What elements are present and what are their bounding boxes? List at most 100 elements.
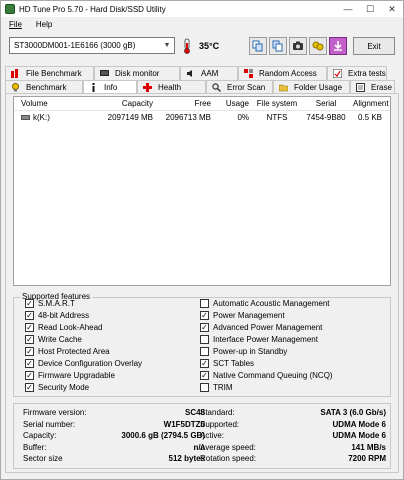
volume-list-header: Volume Capacity Free Usage File system S… [14,97,390,111]
tab-label: Disk monitor [115,69,160,78]
exit-button[interactable]: Exit [353,37,395,55]
erase-icon [355,83,365,93]
copy-info-button[interactable] [249,37,267,55]
tab-label: Info [104,83,118,92]
feature-checkbox: ✓ [25,310,34,320]
feature-checkbox: ✓ [25,334,34,344]
thermometer-icon [184,38,190,54]
feature-power-management: ✓ Power Management [200,310,285,321]
feature-interface-power-management: Interface Power Management [200,334,318,345]
info-label: Serial number: [23,419,76,429]
menu-bar: File Help [1,18,58,30]
tab-random-access[interactable]: Random Access [238,66,327,80]
drive-select[interactable]: ST3000DM001-1E6166 (3000 gB) ▼ [9,37,175,54]
chevron-down-icon: ▼ [163,42,171,49]
tab-extra-tests[interactable]: Extra tests [327,66,387,80]
col-free[interactable]: Free [156,99,214,108]
tab-file-benchmark[interactable]: File Benchmark [5,66,94,80]
tab-row-top: File Benchmark Disk monitor AAM Random A… [5,66,387,80]
table-row[interactable]: k(K:) 2097149 MB 2096713 MB 0% NTFS 7454… [14,111,390,123]
feature-label: Security Mode [38,383,90,392]
tab-label: Extra tests [348,69,386,78]
info-average-speed: Average speed: 141 MB/s [200,442,386,453]
feature-s-m-a-r-t: ✓ S.M.A.R.T [25,298,75,309]
toolbar: ST3000DM001-1E6166 (3000 gB) ▼ 35°C Exit [1,33,403,61]
col-serial[interactable]: Serial [302,99,350,108]
col-usage[interactable]: Usage [214,99,252,108]
info-firmware-version: Firmware version: SC48 [23,407,205,418]
feature-checkbox: ✓ [25,370,34,380]
feature-label: Write Cache [38,335,82,344]
col-volume[interactable]: Volume [14,99,84,108]
feature-label: Advanced Power Management [213,323,323,332]
info-buffer: Buffer: n/a [23,442,205,453]
tab-disk-monitor[interactable]: Disk monitor [94,66,180,80]
feature-checkbox: ✓ [200,310,209,320]
feature-firmware-upgradable: ✓ Firmware Upgradable [25,370,115,381]
feature-checkbox [200,335,209,344]
volume-list[interactable]: Volume Capacity Free Usage File system S… [13,96,391,286]
info-value: UDMA Mode 6 [332,419,386,429]
file-benchmark-icon [10,69,20,79]
feature-checkbox: ✓ [25,382,34,392]
info-label: Firmware version: [23,408,87,417]
random-access-icon [243,69,253,79]
col-file-system[interactable]: File system [252,99,302,108]
tab-error-scan[interactable]: Error Scan [206,80,273,94]
cell-alignment: 0.5 KB [357,112,382,122]
screenshot-button[interactable] [289,37,307,55]
copy-all-icon [272,40,283,52]
tab-erase[interactable]: Erase [350,80,395,94]
feature-power-up-in-standby: Power-up in Standby [200,346,287,357]
cell-free: 2096713 MB [165,112,211,122]
tab-folder-usage[interactable]: Folder Usage [273,80,350,94]
maximize-button[interactable]: ☐ [359,1,381,17]
close-button[interactable]: ✕ [381,1,403,17]
info-label: Rotation speed: [200,454,257,463]
info-value: n/a [193,442,205,452]
speaker-icon [185,69,195,79]
tab-label: Benchmark [26,83,67,92]
menu-file[interactable]: File [1,20,28,29]
info-value: UDMA Mode 6 [332,431,386,440]
col-capacity[interactable]: Capacity [84,99,156,108]
feature-label: Interface Power Management [213,335,318,344]
info-rotation-speed: Rotation speed: 7200 RPM [200,453,386,464]
feature-advanced-power-management: ✓ Advanced Power Management [200,322,322,333]
tab-label: Random Access [259,69,317,78]
feature-checkbox: ✓ [25,358,34,368]
feature-checkbox: ✓ [200,322,209,332]
feature-checkbox: ✓ [200,370,209,380]
feature-label: Read Look-Ahead [38,323,103,332]
tab-info[interactable]: Info [83,80,137,94]
feature-device-configuration-overlay: ✓ Device Configuration Overlay [25,358,142,369]
feature-label: S.M.A.R.T [38,299,75,308]
feature-checkbox [200,299,209,308]
tab-benchmark[interactable]: Benchmark [5,80,83,94]
lightbulb-icon [10,83,20,93]
extra-tests-icon [332,69,342,79]
minimize-button[interactable]: — [337,1,359,17]
info-active: Active: UDMA Mode 6 [200,430,386,441]
copy-all-button[interactable] [269,37,287,55]
menu-help[interactable]: Help [28,20,58,29]
feature-checkbox: ✓ [25,346,34,356]
info-sector-size: Sector size 512 bytes [23,453,205,464]
temperature-readout: 35°C [199,41,220,51]
feature-sct-tables: ✓ SCT Tables [200,358,254,369]
feature-label: SCT Tables [213,359,255,368]
feature-read-look-ahead: ✓ Read Look-Ahead [25,322,103,333]
options-button[interactable] [309,37,327,55]
col-alignment[interactable]: Alignment [350,99,390,108]
info-label: Capacity: [23,431,57,440]
tab-aam[interactable]: AAM [180,66,238,80]
title-bar: HD Tune Pro 5.70 - Hard Disk/SSD Utility… [1,1,403,17]
feature-label: Firmware Upgradable [38,371,115,380]
info-label: Buffer: [23,442,47,452]
info-capacity: Capacity: 3000.6 gB (2794.5 GB) [23,430,205,441]
info-standard: Standard: SATA 3 (6.0 Gb/s) [200,407,386,418]
save-button[interactable] [329,37,347,55]
info-value: 141 MB/s [351,442,386,452]
copy-icon [252,40,263,52]
tab-health[interactable]: Health [137,80,206,94]
